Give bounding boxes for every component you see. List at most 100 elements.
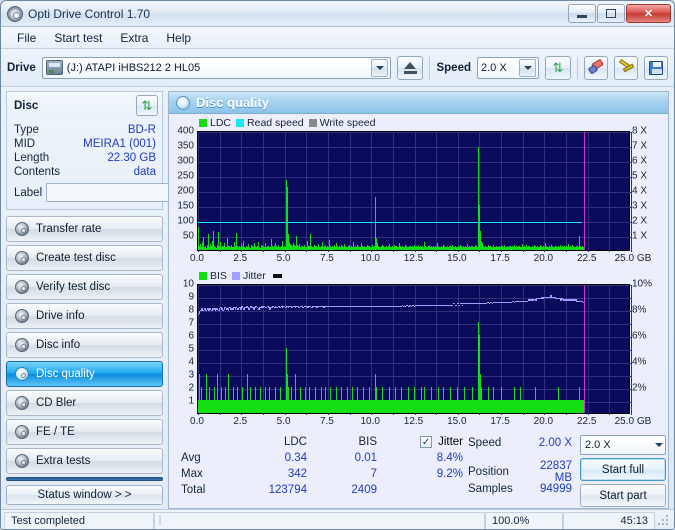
speed-select[interactable]: 2.0 X bbox=[477, 56, 539, 79]
sidebar-item-extra-tests[interactable]: Extra tests bbox=[6, 448, 163, 474]
stats-cell-bis: 2409 bbox=[351, 484, 377, 496]
jitter-point bbox=[456, 304, 458, 306]
disc-field-length-value: 22.30 GB bbox=[107, 152, 156, 164]
panel-header: Disc quality bbox=[169, 92, 668, 114]
save-button[interactable] bbox=[644, 55, 668, 80]
drive-select-value: (J:) ATAPI iHBS212 2 HL05 bbox=[66, 61, 201, 74]
disc-info-box: Type BD-R MID MEIRA1 (001) Length 22.30 … bbox=[6, 119, 250, 210]
stats-header-row: LDC BIS ✓ Jitter bbox=[169, 434, 464, 450]
menu-item-help[interactable]: Help bbox=[157, 28, 200, 48]
y-axis-tick: 300 bbox=[177, 155, 194, 167]
jitter-point bbox=[282, 307, 284, 309]
sidebar-divider bbox=[6, 477, 163, 481]
chevron-down-icon[interactable] bbox=[519, 58, 536, 77]
legend-swatch-extra bbox=[272, 273, 282, 278]
jitter-point bbox=[249, 308, 251, 310]
disc-field-type-key: Type bbox=[14, 124, 39, 136]
sidebar-item-label: Extra tests bbox=[36, 455, 91, 467]
disc-refresh-button[interactable]: ⇅ bbox=[136, 95, 158, 116]
app-window: Opti Drive Control 1.70 ✕ File Start tes… bbox=[0, 0, 675, 530]
app-icon bbox=[7, 5, 23, 22]
start-full-button[interactable]: Start full bbox=[580, 458, 666, 481]
jitter-point bbox=[411, 305, 413, 307]
stats-row-avg: Avg 0.34 0.01 8.4% bbox=[169, 450, 464, 466]
start-part-button[interactable]: Start part bbox=[580, 484, 666, 507]
sidebar-item-transfer-rate[interactable]: Transfer rate bbox=[6, 216, 163, 242]
sidebar-item-label: Create test disc bbox=[36, 252, 116, 264]
menu-item-start-test[interactable]: Start test bbox=[45, 28, 111, 48]
test-speed-select[interactable]: 2.0 X bbox=[580, 435, 666, 455]
chart-bis-jitter[interactable]: 10 9 8 7 6 5 4 3 2 1 10% 8% 6% 4% 2% 0.0 2.5 5.0 7.5 10.0 12… bbox=[169, 278, 668, 430]
window-title: Opti Drive Control 1.70 bbox=[28, 6, 151, 21]
stats-col-jitter: ✓ Jitter bbox=[377, 436, 463, 448]
y-axis-tick: 2 bbox=[188, 382, 194, 394]
y2-axis-tick: 8% bbox=[632, 304, 647, 316]
jitter-point bbox=[205, 309, 207, 311]
y2-axis-tick: 10% bbox=[632, 278, 653, 290]
progress-percent: 100.0% bbox=[485, 511, 563, 529]
menu-item-extra[interactable]: Extra bbox=[111, 28, 157, 48]
eject-button[interactable] bbox=[397, 55, 424, 80]
y-axis-tick: 200 bbox=[177, 185, 194, 197]
resize-grip-icon[interactable] bbox=[658, 514, 670, 527]
sidebar-item-verify-test-disc[interactable]: Verify test disc bbox=[6, 274, 163, 300]
drive-toolbar: Drive (J:) ATAPI iHBS212 2 HL05 Speed 2.… bbox=[1, 49, 674, 87]
x-axis-tick: 20.0 bbox=[533, 253, 554, 264]
close-icon: ✕ bbox=[643, 8, 654, 20]
sidebar-item-cd-bler[interactable]: CD Bler bbox=[6, 390, 163, 416]
plot-area[interactable] bbox=[197, 284, 632, 415]
minimize-button[interactable] bbox=[568, 4, 596, 23]
stats-row-label: Max bbox=[181, 468, 203, 480]
disc-field-type-value: BD-R bbox=[127, 124, 156, 136]
maximize-button[interactable] bbox=[597, 4, 625, 23]
gridline bbox=[198, 147, 631, 148]
x-axis-tick: 7.5 bbox=[319, 253, 334, 264]
erase-button[interactable] bbox=[584, 55, 608, 80]
jitter-checkbox[interactable]: ✓ bbox=[420, 436, 433, 448]
menu-item-file[interactable]: File bbox=[8, 28, 45, 48]
jitter-point bbox=[492, 303, 494, 305]
title-bar: Opti Drive Control 1.70 ✕ bbox=[1, 1, 674, 27]
x-axis-tick: 7.5 bbox=[319, 416, 334, 427]
x-axis-tick: 5.0 bbox=[276, 416, 291, 427]
y-axis-tick: 150 bbox=[177, 200, 194, 212]
y2-axis-tick: 4 X bbox=[632, 185, 648, 197]
sidebar-item-fe-te[interactable]: FE / TE bbox=[6, 419, 163, 445]
read-speed-line bbox=[198, 222, 583, 223]
sidebar-item-label: Disc quality bbox=[36, 368, 95, 380]
gridline bbox=[198, 177, 631, 178]
sidebar-item-create-test-disc[interactable]: Create test disc bbox=[6, 245, 163, 271]
drive-select[interactable]: (J:) ATAPI iHBS212 2 HL05 bbox=[41, 56, 392, 79]
stats-table: LDC BIS ✓ Jitter Avg 0.34 0.01 8.4% Max … bbox=[169, 434, 464, 507]
disc-icon bbox=[15, 396, 29, 410]
gridline bbox=[198, 285, 631, 286]
refresh-button[interactable]: ⇅ bbox=[545, 55, 571, 80]
drive-label: Drive bbox=[7, 61, 36, 74]
x-axis-tick: 10.0 bbox=[360, 253, 380, 264]
y-axis-tick: 400 bbox=[177, 125, 194, 137]
sidebar-item-drive-info[interactable]: Drive info bbox=[6, 303, 163, 329]
maximize-icon bbox=[606, 9, 616, 18]
y-axis-tick: 10 bbox=[182, 278, 194, 290]
gridline bbox=[198, 337, 631, 338]
stats-col-jitter-label: Jitter bbox=[438, 436, 463, 448]
y-axis-tick: 350 bbox=[177, 140, 194, 152]
chevron-down-icon[interactable] bbox=[371, 58, 389, 77]
disc-icon bbox=[15, 251, 29, 265]
chart-ldc[interactable]: 400 350 300 250 200 150 100 50 8 X 7 X 6 X 5 X 4 X 3 … bbox=[169, 125, 668, 267]
legend-label: Write speed bbox=[319, 116, 376, 129]
close-button[interactable]: ✕ bbox=[626, 4, 671, 23]
gridline bbox=[198, 192, 631, 193]
legend-entry-bis: BIS bbox=[199, 270, 227, 282]
sidebar-item-disc-quality[interactable]: Disc quality bbox=[6, 361, 163, 387]
chevron-down-icon[interactable] bbox=[655, 443, 663, 447]
status-window-button[interactable]: Status window > > bbox=[6, 485, 163, 505]
y2-axis-tick: 3 X bbox=[632, 200, 648, 212]
y-axis-tick: 6 bbox=[188, 330, 194, 342]
legend-entry-write-speed: Write speed bbox=[308, 116, 376, 129]
speed-select-value: 2.0 X bbox=[481, 61, 507, 74]
x-axis-tick: 22.5 bbox=[576, 416, 597, 427]
tools-button[interactable] bbox=[614, 55, 638, 80]
plot-area[interactable] bbox=[197, 131, 632, 252]
sidebar-item-disc-info[interactable]: Disc info bbox=[6, 332, 163, 358]
